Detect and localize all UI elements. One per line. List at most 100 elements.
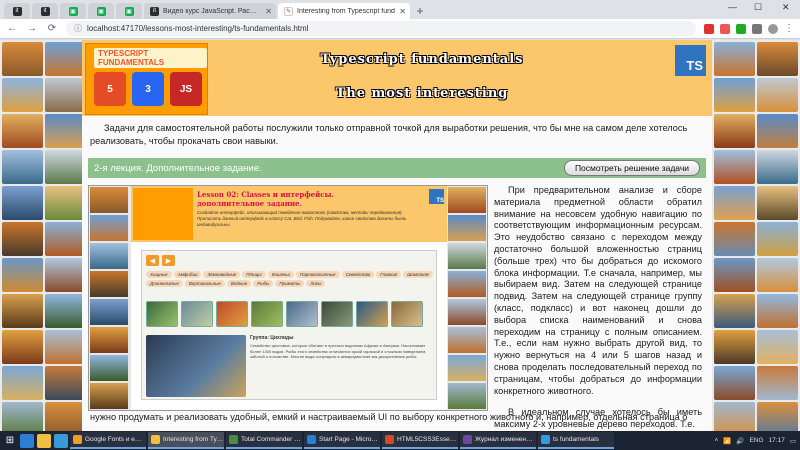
autumn-photo (714, 258, 755, 292)
preview-category-chip: Рыбы (253, 280, 274, 287)
page-header: TYPESCRIPT FUNDAMENTALS 5 3 JS Typescrip… (82, 40, 712, 116)
autumn-photo (45, 78, 86, 112)
tab-close-icon[interactable]: ✕ (399, 7, 410, 16)
taskbar-task-button[interactable]: Total Commander 7.5... (226, 432, 302, 449)
preview-category-chip: Птицы (242, 271, 266, 278)
clock[interactable]: 17:17 (769, 437, 785, 444)
task-app-icon (229, 435, 238, 444)
browser-tab-active[interactable]: ✎ Interesting from Typescript fund ✕ (278, 3, 410, 19)
reload-icon[interactable]: ⟳ (46, 23, 58, 34)
taskbar-task-button[interactable]: Interesting from Types... (148, 432, 224, 449)
preview-fish-thumbnails (146, 301, 423, 327)
url-field[interactable]: ⓘ localhost:47170/lessons-most-interesti… (66, 21, 696, 36)
taskbar-task-button[interactable]: HTML5CSS3Essential... (382, 432, 458, 449)
autumn-photo (714, 150, 755, 184)
browser-tab[interactable]: it (4, 3, 30, 19)
js-icon: JS (170, 72, 202, 106)
explorer-pinned-icon[interactable] (37, 433, 51, 448)
autumn-photo (714, 186, 755, 220)
preview-category-chip: Вертикальные (184, 280, 225, 287)
tab-favicon-icon: it (12, 6, 22, 16)
preview-back-arrow-icon: ◀ (146, 255, 159, 266)
preview-category-chip: Главная (376, 271, 402, 278)
decorative-gallery-left (0, 40, 88, 431)
minimize-button[interactable]: — (728, 2, 737, 12)
taskbar-task-button[interactable]: Журнал изменения... (460, 432, 536, 449)
autumn-photo (714, 366, 755, 400)
autumn-photo (757, 258, 798, 292)
autumn-photo (757, 150, 798, 184)
preview-nav-arrows: ◀ ▶ (146, 255, 175, 266)
preview-category-chip: Длиннолапые (146, 280, 183, 287)
tab-favicon-icon: ▣ (124, 6, 134, 16)
edge-pinned-icon[interactable] (20, 433, 34, 448)
autumn-photo (2, 294, 43, 328)
tab-label: Видео курс JavaScript. Расширен (163, 7, 262, 15)
taskbar-task-button[interactable]: Google Fonts и еще 6... (70, 432, 146, 449)
autumn-photo (2, 258, 43, 292)
browser-tab[interactable]: ▣ (116, 3, 142, 19)
language-indicator[interactable]: ENG (749, 437, 763, 444)
windows-start-icon[interactable]: ⊞ (2, 433, 18, 449)
vscode-pinned-icon[interactable] (54, 433, 68, 448)
task-label: Start Page - Microsoft... (319, 436, 380, 443)
extension-shield-icon[interactable] (736, 23, 746, 34)
preview-gallery-right (447, 186, 487, 410)
preview-category-chip: Лисы (306, 280, 326, 287)
close-window-button[interactable]: ✕ (782, 2, 790, 13)
maximize-button[interactable]: ☐ (754, 2, 762, 13)
browser-tab-strip: it it ▣ ▣ ▣ it Видео курс JavaScript. Ра… (0, 0, 800, 19)
menu-icon[interactable]: ⋮ (784, 23, 794, 34)
preview-category-list: Хищные Амфибии Земноводные Птицы Кошачьи Парн… (146, 271, 434, 287)
extension-grey-icon[interactable] (752, 23, 762, 34)
autumn-photo (2, 42, 43, 76)
lecture-bar: 2-я лекция. Дополнительное задание. Посм… (88, 158, 706, 178)
taskbar-task-button[interactable]: ts fundamentals (538, 432, 614, 449)
task-app-icon (541, 435, 550, 444)
browser-tab[interactable]: ▣ (88, 3, 114, 19)
notifications-icon[interactable]: ▭ (790, 437, 796, 445)
preview-forward-arrow-icon: ▶ (162, 255, 175, 266)
extension-opera-icon[interactable] (720, 23, 730, 34)
browser-tab[interactable]: ▣ (60, 3, 86, 19)
course-badge: TYPESCRIPT FUNDAMENTALS 5 3 JS (85, 43, 208, 115)
autumn-photo (757, 294, 798, 328)
page-viewport: TYPESCRIPT FUNDAMENTALS 5 3 JS Typescrip… (0, 40, 800, 431)
task-app-icon (73, 435, 82, 444)
back-arrow-icon[interactable]: ← (6, 23, 18, 34)
autumn-photo (2, 114, 43, 148)
browser-tab[interactable]: it (32, 3, 58, 19)
preview-category-chip: Кошачьи (267, 271, 294, 278)
forward-arrow-icon[interactable]: → (26, 23, 38, 34)
task-app-icon (463, 435, 472, 444)
task-label: Total Commander 7.5... (241, 436, 302, 443)
extension-icons: ⋮ (704, 23, 794, 34)
task-app-icon (151, 435, 160, 444)
tab-favicon-icon: ▣ (68, 6, 78, 16)
badge-title: TYPESCRIPT FUNDAMENTALS (94, 48, 207, 68)
network-icon[interactable]: 📶 (723, 437, 731, 445)
html5-icon: 5 (94, 72, 126, 106)
autumn-photo (45, 366, 86, 400)
new-tab-button[interactable]: + (412, 3, 428, 19)
preview-badge (133, 188, 193, 240)
lecture-label: 2-я лекция. Дополнительное задание. (94, 162, 262, 174)
autumn-photo (714, 330, 755, 364)
view-solution-button[interactable]: Посмотреть решение задачи (563, 160, 700, 176)
preview-fish-photo (146, 335, 246, 397)
browser-tab[interactable]: it Видео курс JavaScript. Расширен ✕ (144, 3, 276, 19)
css3-icon: 3 (132, 72, 164, 106)
tab-close-icon[interactable]: ✕ (265, 7, 276, 16)
preview-category-chip: Приматы (275, 280, 305, 287)
tray-up-arrow-icon[interactable]: ˄ (714, 437, 718, 444)
volume-icon[interactable]: 🔊 (736, 437, 744, 445)
taskbar-task-button[interactable]: Start Page - Microsoft... (304, 432, 380, 449)
intro-paragraph: Задачи для самостоятельной работы послуж… (90, 123, 688, 146)
autumn-photo (2, 150, 43, 184)
profile-avatar[interactable] (768, 23, 778, 34)
solution-preview-image[interactable]: Lesson 02: Classes и интерфейсы. дополни… (88, 185, 488, 411)
autumn-photo (45, 330, 86, 364)
autumn-photo (714, 222, 755, 256)
extension-red-icon[interactable] (704, 23, 714, 34)
tab-label: Interesting from Typescript fund (297, 7, 395, 15)
